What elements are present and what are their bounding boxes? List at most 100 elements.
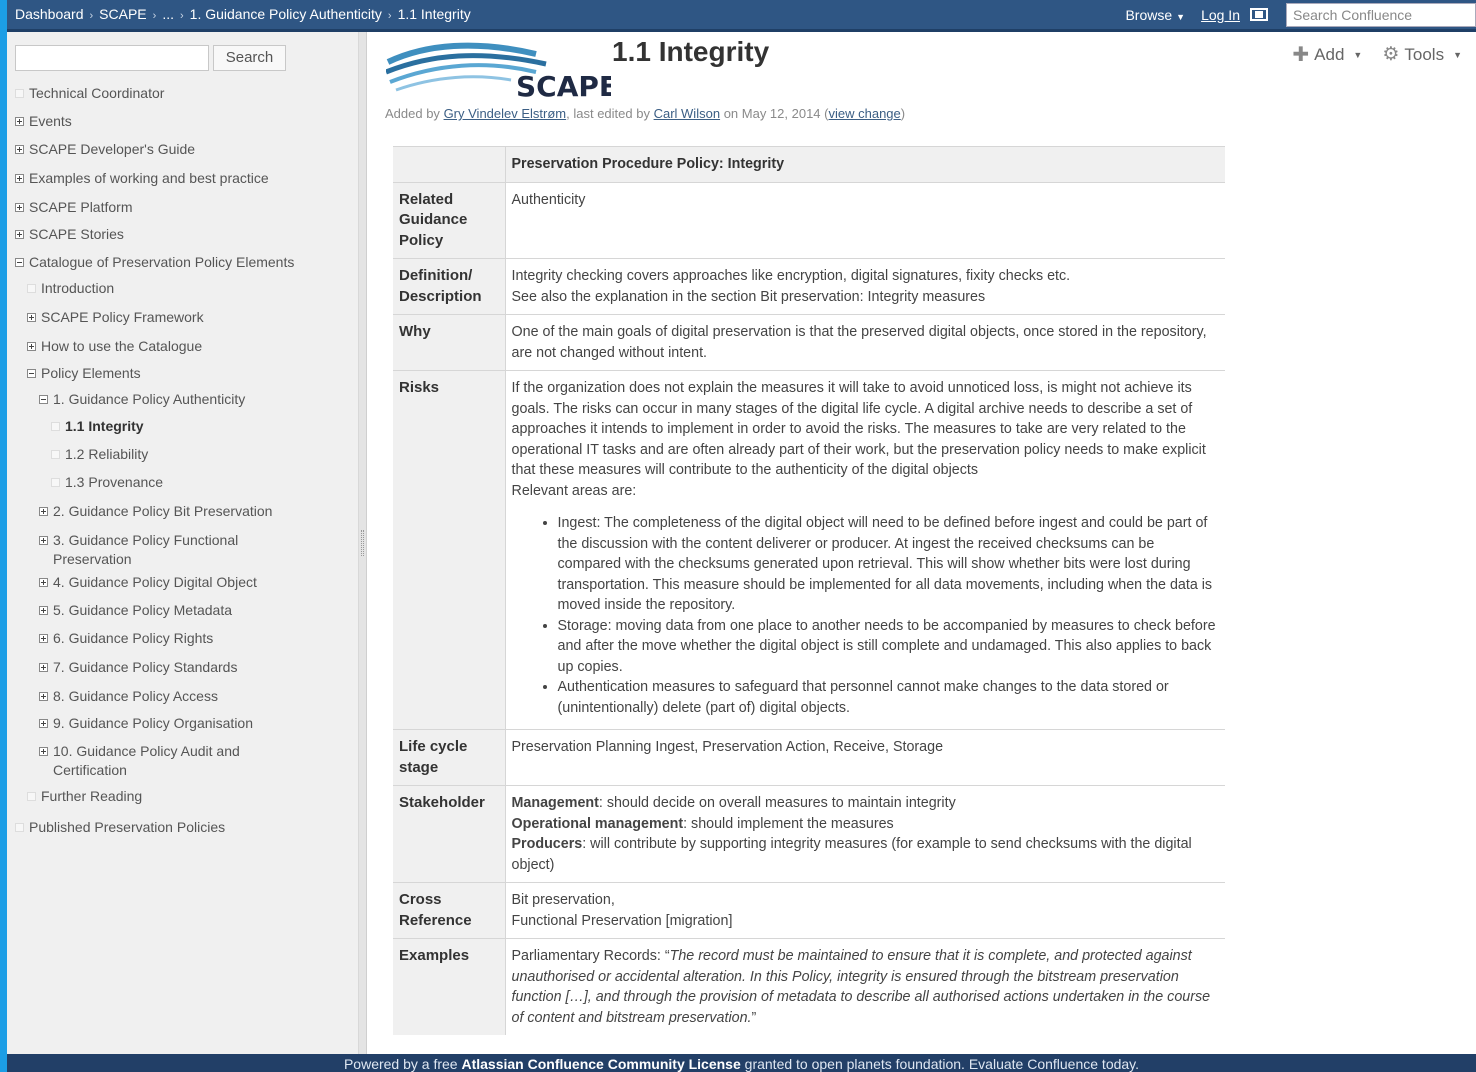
- leaf-bullet-icon: [51, 422, 60, 431]
- expand-icon[interactable]: [39, 719, 48, 728]
- row-label: Why: [393, 314, 505, 371]
- expand-icon[interactable]: [39, 634, 48, 643]
- sidebar-search-input[interactable]: [15, 45, 209, 71]
- breadcrumb-separator-icon: ›: [89, 10, 94, 22]
- view-change-link[interactable]: view change: [829, 106, 901, 121]
- tree-item-label: 9. Guidance Policy Organisation: [53, 715, 253, 731]
- definition-line: See also the explanation in the section …: [511, 288, 986, 305]
- editor-link[interactable]: Carl Wilson: [654, 106, 720, 121]
- tree-item-provenance[interactable]: 1.3 Provenance: [51, 473, 163, 492]
- expand-icon[interactable]: [15, 117, 24, 126]
- collapse-icon[interactable]: [39, 395, 48, 404]
- browse-label: Browse: [1125, 6, 1173, 23]
- expand-icon[interactable]: [39, 747, 48, 756]
- expand-icon[interactable]: [27, 313, 36, 322]
- tree-item-organisation[interactable]: 9. Guidance Policy Organisation: [39, 714, 253, 733]
- page-actions: ✚ Add ▼ ⚙ Tools ▼: [1292, 42, 1462, 67]
- footer-license-link[interactable]: Atlassian Confluence Community License: [461, 1056, 740, 1072]
- caret-down-icon: ▼: [1453, 49, 1462, 60]
- page-title: 1.1 Integrity: [612, 36, 770, 67]
- tree-item-access[interactable]: 8. Guidance Policy Access: [39, 687, 218, 706]
- tree-item-label: Introduction: [41, 280, 115, 296]
- stakeholder-line: Producers: will contribute by supporting…: [512, 834, 1220, 875]
- tree-item-developers-guide[interactable]: SCAPE Developer's Guide: [15, 140, 195, 159]
- stakeholder-role: Operational management: [511, 815, 684, 832]
- expand-icon[interactable]: [39, 606, 48, 615]
- tree-item-technical-coordinator[interactable]: Technical Coordinator: [15, 84, 164, 103]
- footer-suffix: granted to open planets foundation. Eval…: [744, 1056, 1140, 1072]
- stakeholder-line: Management: should decide on overall mea…: [512, 793, 1220, 814]
- tree-item-reliability[interactable]: 1.2 Reliability: [51, 445, 148, 464]
- browse-menu[interactable]: Browse ▼: [1125, 7, 1185, 23]
- tree-item-scape-stories[interactable]: SCAPE Stories: [15, 225, 124, 244]
- row-value: Management: should decide on overall mea…: [504, 785, 1225, 883]
- crossref-line: Functional Preservation [migration]: [511, 912, 733, 929]
- added-by-prefix: Added by: [385, 106, 440, 121]
- leaf-bullet-icon: [51, 450, 60, 459]
- tree-item-metadata[interactable]: 5. Guidance Policy Metadata: [39, 601, 232, 620]
- examples-prefix: Parliamentary Records: “: [511, 948, 670, 964]
- tree-item-scape-platform[interactable]: SCAPE Platform: [15, 198, 132, 217]
- expand-icon[interactable]: [15, 203, 24, 212]
- expand-icon[interactable]: [39, 536, 48, 545]
- tree-item-label: Events: [29, 113, 72, 129]
- search-confluence-input[interactable]: Search Confluence: [1286, 2, 1476, 27]
- list-item: Authentication measures to safeguard tha…: [558, 677, 1220, 718]
- logo-wordmark: SCAPE: [516, 70, 611, 100]
- tree-item-catalogue[interactable]: Catalogue of Preservation Policy Element…: [15, 253, 294, 272]
- tree-item-rights[interactable]: 6. Guidance Policy Rights: [39, 629, 213, 648]
- tree-item-events[interactable]: Events: [15, 112, 72, 131]
- tree-item-authenticity[interactable]: 1. Guidance Policy Authenticity: [39, 390, 245, 409]
- row-label: Related Guidance Policy: [393, 181, 505, 259]
- tree-item-audit-certification[interactable]: 10. Guidance Policy Audit and Certificat…: [39, 742, 253, 780]
- tree-item-label: 7. Guidance Policy Standards: [53, 659, 238, 675]
- tree-item-integrity[interactable]: 1.1 Integrity: [51, 417, 144, 436]
- add-menu-button[interactable]: ✚ Add ▼: [1292, 42, 1362, 67]
- tree-item-policy-framework[interactable]: SCAPE Policy Framework: [27, 308, 204, 327]
- row-label: Definition/ Description: [393, 258, 505, 315]
- tree-item-digital-object[interactable]: 4. Guidance Policy Digital Object: [39, 573, 257, 592]
- breadcrumb-scape[interactable]: SCAPE: [99, 6, 146, 22]
- tree-item-further-reading[interactable]: Further Reading: [27, 787, 142, 806]
- tree-item-how-to-use[interactable]: How to use the Catalogue: [27, 337, 202, 356]
- collapse-icon[interactable]: [15, 258, 24, 267]
- breadcrumb-dashboard[interactable]: Dashboard: [15, 6, 84, 22]
- expand-icon[interactable]: [39, 692, 48, 701]
- topbar-right: Browse ▼ Log In Search Confluence: [1125, 0, 1476, 29]
- tools-menu-button[interactable]: ⚙ Tools ▼: [1382, 42, 1462, 67]
- breadcrumb-authenticity[interactable]: 1. Guidance Policy Authenticity: [190, 6, 382, 22]
- author-link[interactable]: Gry Vindelev Elstrøm: [444, 106, 567, 121]
- tree-item-examples[interactable]: Examples of working and best practice: [15, 169, 269, 188]
- expand-icon[interactable]: [39, 507, 48, 516]
- expand-icon[interactable]: [15, 174, 24, 183]
- expand-icon[interactable]: [15, 230, 24, 239]
- login-link[interactable]: Log In: [1201, 7, 1240, 23]
- login-icon[interactable]: [1250, 8, 1268, 21]
- expand-icon[interactable]: [39, 578, 48, 587]
- sidebar-resize-handle[interactable]: [359, 32, 367, 1054]
- tree-item-functional-preservation[interactable]: 3. Guidance Policy Functional Preservati…: [39, 531, 253, 569]
- breadcrumb-ellipsis[interactable]: ...: [162, 6, 174, 22]
- tools-label: Tools: [1404, 44, 1445, 64]
- tree-item-standards[interactable]: 7. Guidance Policy Standards: [39, 658, 237, 677]
- tree-item-label: Further Reading: [41, 788, 143, 804]
- breadcrumb-current[interactable]: 1.1 Integrity: [398, 6, 471, 22]
- table-row: Why One of the main goals of digital pre…: [393, 314, 1225, 371]
- tree-item-label: 1.2 Reliability: [65, 446, 149, 462]
- tree-item-published-policies[interactable]: Published Preservation Policies: [15, 818, 225, 837]
- expand-icon[interactable]: [27, 342, 36, 351]
- row-label: Risks: [393, 370, 505, 730]
- sidebar-search-button[interactable]: Search: [213, 45, 286, 71]
- plus-icon: ✚: [1292, 44, 1310, 66]
- crossref-line: Bit preservation,: [511, 892, 615, 908]
- tree-item-bit-preservation[interactable]: 2. Guidance Policy Bit Preservation: [39, 502, 272, 521]
- tree-item-policy-elements[interactable]: Policy Elements: [27, 364, 141, 383]
- row-value: If the organization does not explain the…: [504, 370, 1225, 730]
- expand-icon[interactable]: [39, 663, 48, 672]
- leaf-bullet-icon: [15, 823, 24, 832]
- tree-item-introduction[interactable]: Introduction: [27, 279, 114, 298]
- grip-icon: [361, 530, 364, 556]
- expand-icon[interactable]: [15, 145, 24, 154]
- row-value: Bit preservation, Functional Preservatio…: [504, 882, 1225, 939]
- collapse-icon[interactable]: [27, 369, 36, 378]
